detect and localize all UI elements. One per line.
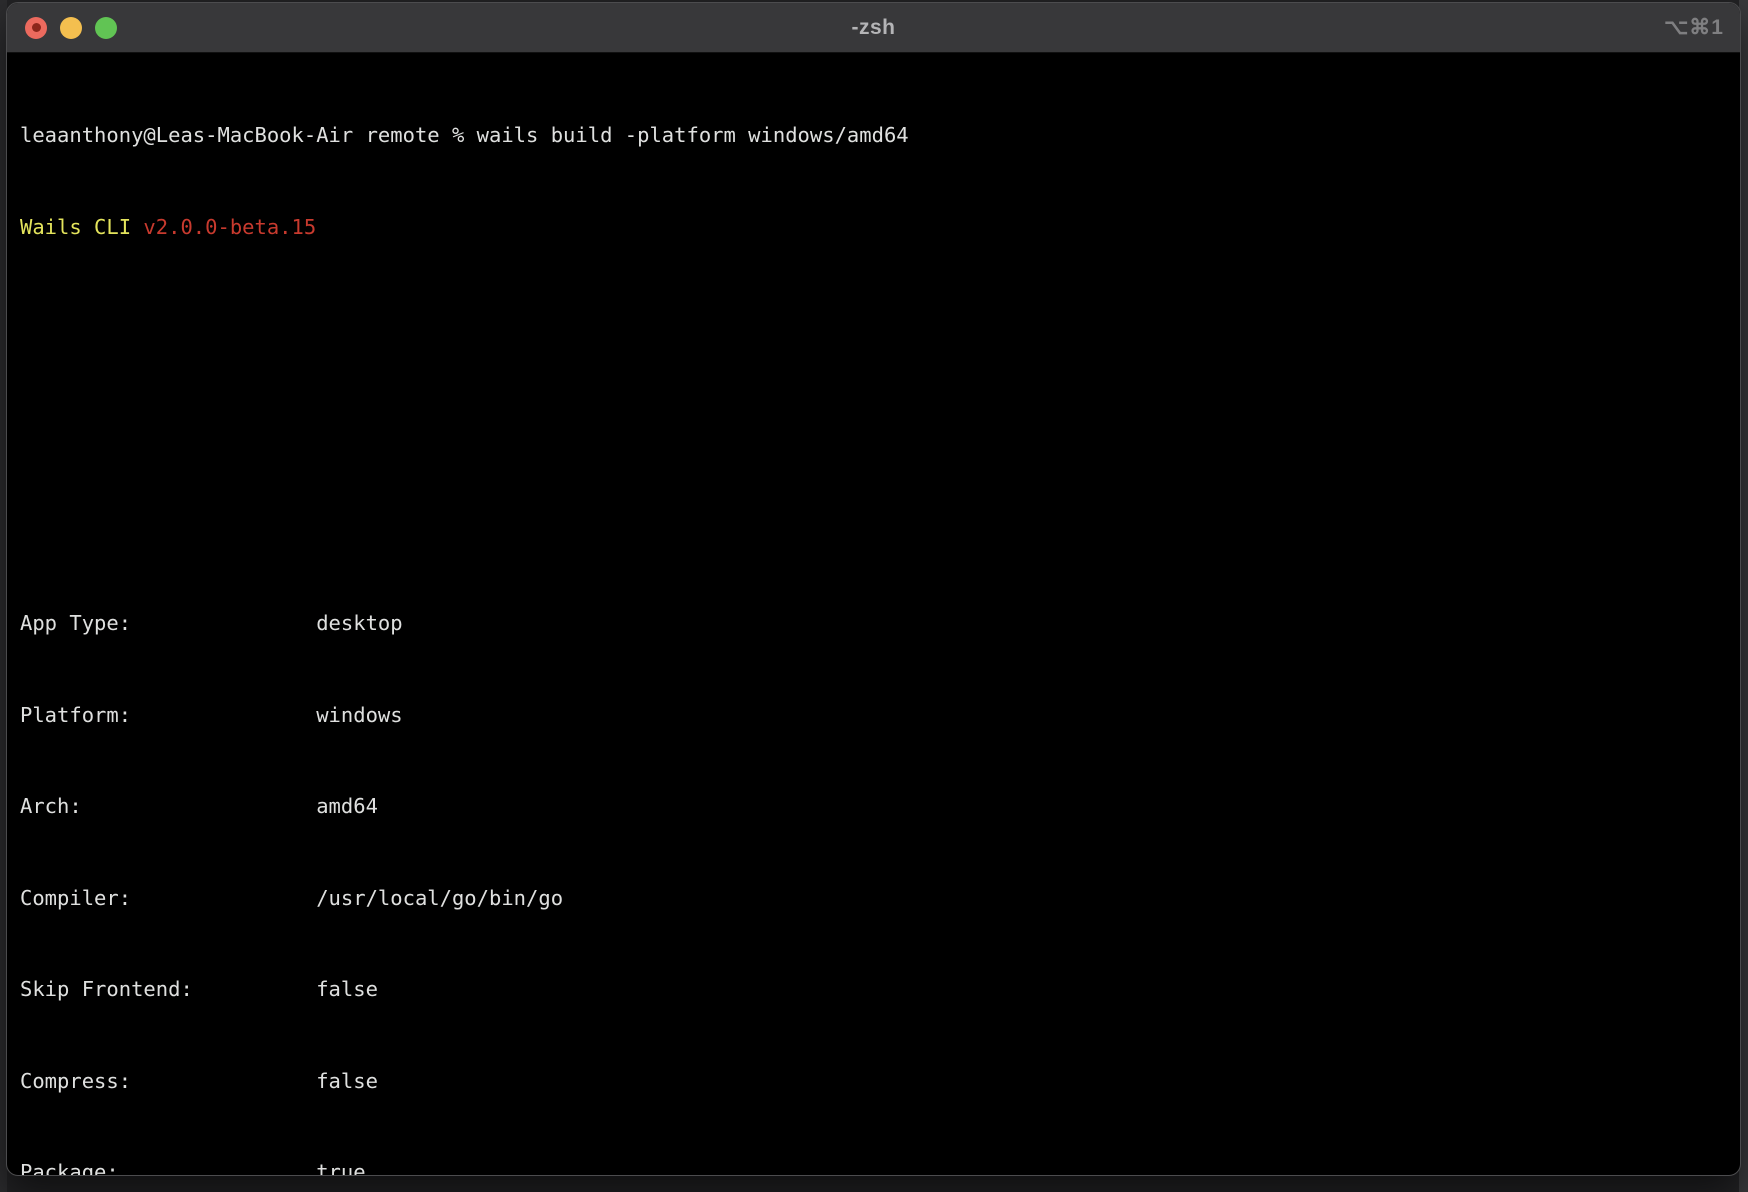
prompt-line-1: leaanthony@Leas-MacBook-Air remote % wai… — [20, 120, 1740, 151]
close-button[interactable] — [25, 17, 47, 39]
config-value: false — [316, 1069, 378, 1093]
terminal-window: -zsh ⌥⌘1 leaanthony@Leas-MacBook-Air rem… — [6, 2, 1741, 1176]
close-modified-dot-icon — [32, 23, 41, 32]
blank-line — [20, 303, 1740, 334]
config-value: windows — [316, 703, 402, 727]
config-label: Arch: — [20, 791, 316, 822]
config-value: /usr/local/go/bin/go — [316, 886, 563, 910]
config-value: amd64 — [316, 794, 378, 818]
config-row: App Type:desktop — [20, 608, 1740, 639]
terminal-output[interactable]: leaanthony@Leas-MacBook-Air remote % wai… — [7, 53, 1740, 1176]
tab-shortcut-badge: ⌥⌘1 — [1664, 15, 1724, 40]
blank-line — [20, 395, 1740, 426]
config-row: Package:true — [20, 1157, 1740, 1176]
config-row: Platform:windows — [20, 700, 1740, 731]
window-title: -zsh — [852, 16, 896, 40]
config-value: true — [316, 1160, 365, 1176]
config-label: Compiler: — [20, 883, 316, 914]
minimize-button[interactable] — [60, 17, 82, 39]
config-label: Package: — [20, 1157, 316, 1176]
config-label: Compress: — [20, 1066, 316, 1097]
traffic-lights — [25, 3, 117, 52]
config-value: desktop — [316, 611, 402, 635]
zoom-button[interactable] — [95, 17, 117, 39]
blank-line — [20, 486, 1740, 517]
wails-version: v2.0.0-beta.15 — [143, 215, 316, 239]
titlebar[interactable]: -zsh ⌥⌘1 — [7, 3, 1740, 53]
config-row: Arch:amd64 — [20, 791, 1740, 822]
command-text: wails build -platform windows/amd64 — [477, 123, 909, 147]
config-row: Compiler:/usr/local/go/bin/go — [20, 883, 1740, 914]
config-row: Skip Frontend:false — [20, 974, 1740, 1005]
config-label: App Type: — [20, 608, 316, 639]
config-label: Platform: — [20, 700, 316, 731]
config-row: Compress:false — [20, 1066, 1740, 1097]
config-value: false — [316, 977, 378, 1001]
config-label: Skip Frontend: — [20, 974, 316, 1005]
wails-version-line: Wails CLI v2.0.0-beta.15 — [20, 212, 1740, 243]
wails-cli-label: Wails CLI — [20, 215, 143, 239]
shell-prompt: leaanthony@Leas-MacBook-Air remote % — [20, 123, 477, 147]
